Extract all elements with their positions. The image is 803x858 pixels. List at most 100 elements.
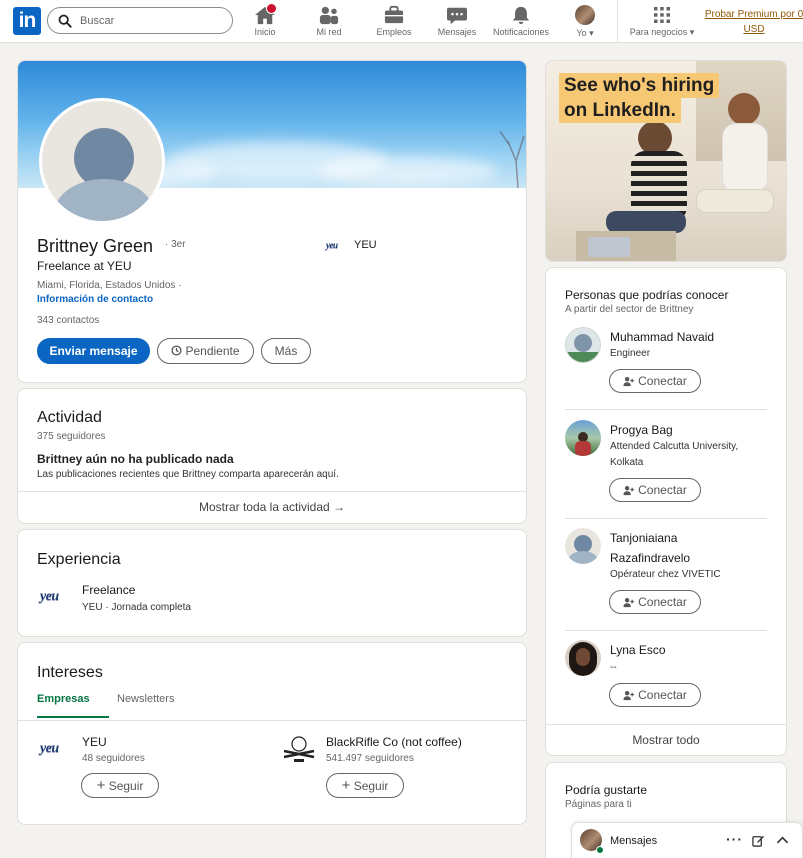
connect-button[interactable]: Conectar — [609, 683, 701, 707]
interest-followers: 48 seguidores — [82, 753, 145, 764]
nav-me-label-wrap: Yo ▾ — [568, 28, 602, 39]
ad-person-legs — [696, 189, 774, 213]
company-logo[interactable]: yeu — [326, 240, 346, 250]
people-icon — [319, 6, 339, 25]
add-person-icon — [623, 598, 635, 608]
person-headline: Engineer — [610, 348, 651, 359]
online-status-dot — [596, 846, 604, 854]
ad-person-body — [722, 123, 768, 193]
chevron-up-icon[interactable] — [776, 835, 789, 845]
send-message-button[interactable]: Enviar mensaje — [37, 338, 150, 364]
connection-degree: · 3er — [165, 239, 186, 250]
messaging-overlay-bar[interactable]: Mensajes ··· — [571, 822, 803, 858]
grid-icon — [654, 7, 670, 23]
plus-icon: + — [341, 777, 351, 794]
hiring-ad-banner[interactable]: See who's hiring on LinkedIn. — [545, 60, 787, 262]
person-name[interactable]: Progya Bag — [610, 423, 673, 437]
nav-item-notifications[interactable]: Notificaciones — [490, 5, 552, 41]
company-logo[interactable]: yeu — [40, 589, 59, 605]
tab-companies[interactable]: Empresas — [37, 693, 90, 705]
nav-business-label-wrap: Para negocios ▾ — [625, 27, 699, 38]
profile-top-card: Brittney Green · 3er Freelance at YEU Mi… — [17, 60, 527, 383]
pending-button[interactable]: Pendiente — [157, 338, 254, 364]
person-headline: Opérateur chez VIVETIC — [610, 569, 721, 580]
connect-label: Conectar — [638, 595, 687, 609]
connect-label: Conectar — [638, 374, 687, 388]
nav-label: Yo — [576, 28, 587, 38]
contact-info-link[interactable]: Información de contacto — [37, 294, 153, 305]
avatar-placeholder-body — [568, 551, 598, 564]
more-button[interactable]: Más — [261, 338, 311, 364]
plus-icon: + — [96, 777, 106, 794]
linkedin-logo-icon[interactable]: in — [13, 7, 41, 35]
search-input[interactable] — [80, 12, 220, 30]
avatar-placeholder-body — [566, 352, 600, 362]
avatar[interactable] — [565, 420, 601, 456]
compose-icon[interactable] — [752, 834, 765, 847]
blackrifle-logo-icon[interactable] — [280, 735, 318, 765]
show-all-people-button[interactable]: Mostrar todo — [546, 724, 786, 755]
nav-label: Notificaciones — [492, 27, 550, 37]
avatar[interactable] — [565, 327, 601, 363]
more-options-icon[interactable]: ··· — [726, 831, 743, 847]
nav-label: Mensajes — [437, 27, 477, 37]
nav-item-messaging[interactable]: Mensajes — [436, 5, 478, 41]
avatar-placeholder-head — [574, 334, 592, 352]
interest-company-name[interactable]: YEU — [82, 735, 107, 749]
profile-name: Brittney Green — [37, 236, 154, 256]
nav-label: Inicio — [254, 27, 276, 37]
nav-item-business[interactable]: Para negocios ▾ — [625, 5, 699, 41]
connect-label: Conectar — [638, 688, 687, 702]
add-person-icon — [623, 486, 635, 496]
company-logo[interactable]: yeu — [40, 741, 59, 757]
search-box[interactable] — [47, 7, 233, 34]
profile-headline: Freelance at YEU — [37, 259, 132, 273]
profile-photo[interactable] — [39, 98, 165, 224]
premium-line-2: USD — [743, 24, 765, 35]
pymk-title: Personas que podrías conocer — [565, 288, 729, 302]
messaging-label: Mensajes — [610, 835, 658, 847]
avatar[interactable] — [565, 640, 601, 676]
nav-divider — [617, 0, 618, 43]
ad-headline-1: See who's hiring — [559, 73, 720, 98]
experience-title: Experiencia — [37, 551, 121, 568]
person-name[interactable]: Muhammad Navaid — [610, 330, 714, 344]
pending-label: Pendiente — [185, 344, 240, 358]
follow-label: Seguir — [353, 779, 389, 793]
current-company[interactable]: YEU — [354, 239, 377, 251]
connect-button[interactable]: Conectar — [609, 369, 701, 393]
person-name[interactable]: Lyna Esco — [610, 643, 666, 657]
nav-item-network[interactable]: Mi red — [310, 5, 348, 41]
nav-item-me[interactable]: Yo ▾ — [568, 5, 602, 41]
connect-label: Conectar — [638, 483, 687, 497]
show-all-activity-button[interactable]: Mostrar toda la actividad → — [18, 491, 526, 523]
activity-followers[interactable]: 375 seguidores — [37, 431, 105, 442]
divider — [565, 409, 767, 410]
connections-count[interactable]: 343 contactos — [37, 315, 99, 326]
bell-icon — [512, 6, 530, 25]
nav-item-home[interactable]: Inicio — [250, 3, 280, 41]
follow-button[interactable]: + Seguir — [326, 773, 404, 798]
experience-company: YEU · Jornada completa — [82, 602, 191, 613]
nav-item-jobs[interactable]: Empleos — [374, 5, 414, 41]
briefcase-icon — [384, 5, 404, 24]
person-name-line2[interactable]: Razafindravelo — [610, 551, 690, 565]
tab-newsletters[interactable]: Newsletters — [117, 693, 174, 705]
pages-subtitle: Páginas para ti — [565, 799, 632, 810]
premium-line-1: Probar Premium por 0 — [704, 9, 803, 20]
ad-person-legs — [606, 211, 686, 233]
activity-empty-title: Brittney aún no ha publicado nada — [37, 452, 234, 466]
follow-button[interactable]: + Seguir — [81, 773, 159, 798]
activity-title: Actividad — [37, 409, 102, 426]
chevron-down-icon: ▾ — [589, 28, 594, 38]
pymk-subtitle: A partir del sector de Brittney — [565, 304, 694, 315]
interest-company-name[interactable]: BlackRifle Co (not coffee) — [326, 735, 462, 749]
connect-button[interactable]: Conectar — [609, 590, 701, 614]
avatar[interactable] — [565, 528, 601, 564]
connect-button[interactable]: Conectar — [609, 478, 701, 502]
activity-empty-desc: Las publicaciones recientes que Brittney… — [37, 469, 339, 480]
person-name[interactable]: Tanjoniaiana — [610, 531, 677, 545]
avatar-person-silhouette-body — [575, 441, 591, 456]
premium-upsell-link[interactable]: Probar Premium por 0 USD — [704, 7, 803, 37]
interests-card: Intereses Empresas Newsletters yeu YEU 4… — [17, 642, 527, 825]
